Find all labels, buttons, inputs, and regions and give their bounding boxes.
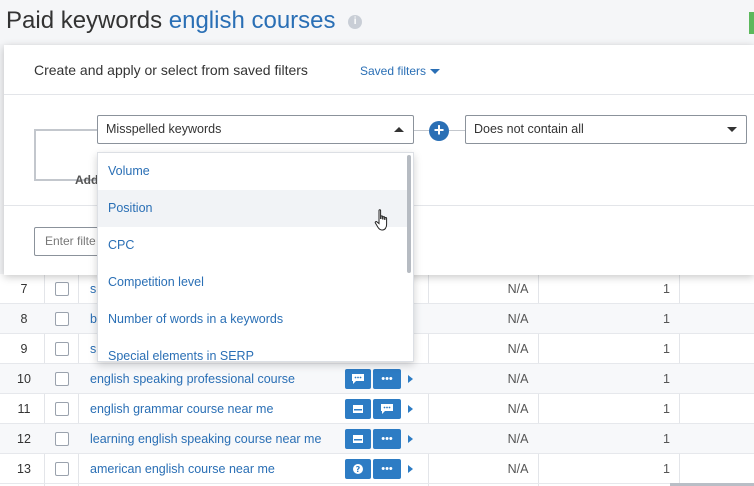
cell-value: 1: [663, 342, 670, 356]
ad-icon[interactable]: [345, 399, 371, 419]
connector-line: [449, 130, 465, 131]
serp-features: •••: [345, 429, 401, 449]
row-checkbox[interactable]: [55, 462, 69, 476]
cell-na: N/A: [507, 462, 529, 476]
svg-text:?: ?: [356, 465, 361, 474]
cell-na: N/A: [507, 282, 529, 296]
row-checkbox[interactable]: [55, 372, 69, 386]
page-title-keyword[interactable]: english courses: [169, 7, 336, 34]
row-number: 10: [17, 372, 31, 386]
info-icon[interactable]: i: [348, 14, 363, 29]
chevron-up-icon: [394, 127, 404, 132]
cell-na: N/A: [507, 372, 529, 386]
dropdown-option-word-count[interactable]: Number of words in a keywords: [98, 301, 407, 338]
cell-value: 1: [663, 372, 670, 386]
filter-condition-value: Does not contain all: [474, 122, 584, 136]
saved-filters-button[interactable]: Saved filters: [360, 64, 441, 78]
expand-arrow-icon[interactable]: [408, 405, 413, 413]
expand-arrow-icon[interactable]: [408, 435, 413, 443]
more-icon[interactable]: •••: [373, 459, 401, 479]
cell-na: N/A: [507, 312, 529, 326]
table-row[interactable]: 11 english grammar course near me N/A 1: [0, 394, 754, 424]
serp-features: [345, 399, 401, 419]
keyword-link[interactable]: english grammar course near me: [90, 394, 273, 424]
cell-value: 1: [663, 312, 670, 326]
dropdown-option-volume[interactable]: Volume: [98, 153, 407, 190]
chevron-down-icon: [727, 127, 737, 132]
filter-condition-select[interactable]: Does not contain all: [465, 115, 747, 144]
dropdown-scrollbar[interactable]: [407, 155, 411, 273]
dropdown-option-position[interactable]: Position: [98, 190, 407, 227]
cell-na: N/A: [507, 342, 529, 356]
dropdown-option-competition-level[interactable]: Competition level: [98, 264, 407, 301]
hand-cursor-icon: [374, 209, 388, 231]
row-checkbox[interactable]: [55, 432, 69, 446]
filter-field-value: Misspelled keywords: [106, 122, 222, 136]
table-row[interactable]: 13 american english course near me ? •••…: [0, 454, 754, 484]
keyword-link[interactable]: s: [90, 334, 96, 364]
page-header: Paid keywords english courses i: [0, 0, 754, 44]
divider: [4, 94, 754, 95]
row-number: 8: [20, 312, 28, 326]
cell-value: 1: [663, 282, 670, 296]
more-icon[interactable]: •••: [373, 429, 401, 449]
row-checkbox[interactable]: [55, 342, 69, 356]
filter-field-select[interactable]: Misspelled keywords: [97, 115, 414, 144]
keyword-link[interactable]: english speaking professional course: [90, 364, 295, 394]
cell-na: N/A: [507, 432, 529, 446]
row-number: 12: [17, 432, 31, 446]
row-checkbox[interactable]: [55, 312, 69, 326]
row-checkbox[interactable]: [55, 402, 69, 416]
serp-features: ? •••: [345, 459, 401, 479]
expand-arrow-icon[interactable]: [408, 465, 413, 473]
row-checkbox[interactable]: [55, 282, 69, 296]
cell-na: N/A: [507, 402, 529, 416]
saved-filters-label: Saved filters: [360, 64, 427, 78]
comment-icon[interactable]: [373, 399, 401, 419]
cell-value: 1: [663, 402, 670, 416]
comment-icon[interactable]: [345, 369, 371, 389]
serp-features: •••: [345, 369, 401, 389]
more-icon[interactable]: •••: [373, 369, 401, 389]
page-title: Paid keywords english courses i: [6, 6, 363, 36]
cell-value: 1: [663, 432, 670, 446]
keyword-link[interactable]: learning english speaking course near me: [90, 424, 321, 454]
dropdown-option-cpc[interactable]: CPC: [98, 227, 407, 264]
row-number: 13: [17, 462, 31, 476]
table-row[interactable]: 10 english speaking professional course …: [0, 364, 754, 394]
page-title-prefix: Paid keywords: [6, 7, 163, 34]
row-number: 7: [20, 282, 28, 296]
connector-line: [414, 130, 429, 131]
table-row[interactable]: 12 learning english speaking course near…: [0, 424, 754, 454]
keyword-link[interactable]: b: [90, 304, 97, 334]
add-filter-plus-icon[interactable]: +: [429, 121, 449, 141]
row-number: 11: [17, 402, 31, 416]
add-condition-link[interactable]: Add: [75, 173, 98, 187]
filter-field-dropdown: Volume Position CPC Competition level Nu…: [97, 152, 414, 362]
dropdown-option-serp-elements[interactable]: Special elements in SERP: [98, 338, 407, 361]
ad-icon[interactable]: [345, 429, 371, 449]
cell-value: 1: [663, 462, 670, 476]
green-action-button-edge[interactable]: [749, 12, 754, 34]
filter-panel-heading: Create and apply or select from saved fi…: [34, 62, 308, 78]
keyword-link[interactable]: s: [90, 274, 96, 304]
expand-arrow-icon[interactable]: [408, 375, 413, 383]
keyword-link[interactable]: american english course near me: [90, 454, 275, 484]
row-number: 9: [20, 342, 28, 356]
question-icon[interactable]: ?: [345, 459, 371, 479]
chevron-down-icon: [430, 69, 441, 75]
